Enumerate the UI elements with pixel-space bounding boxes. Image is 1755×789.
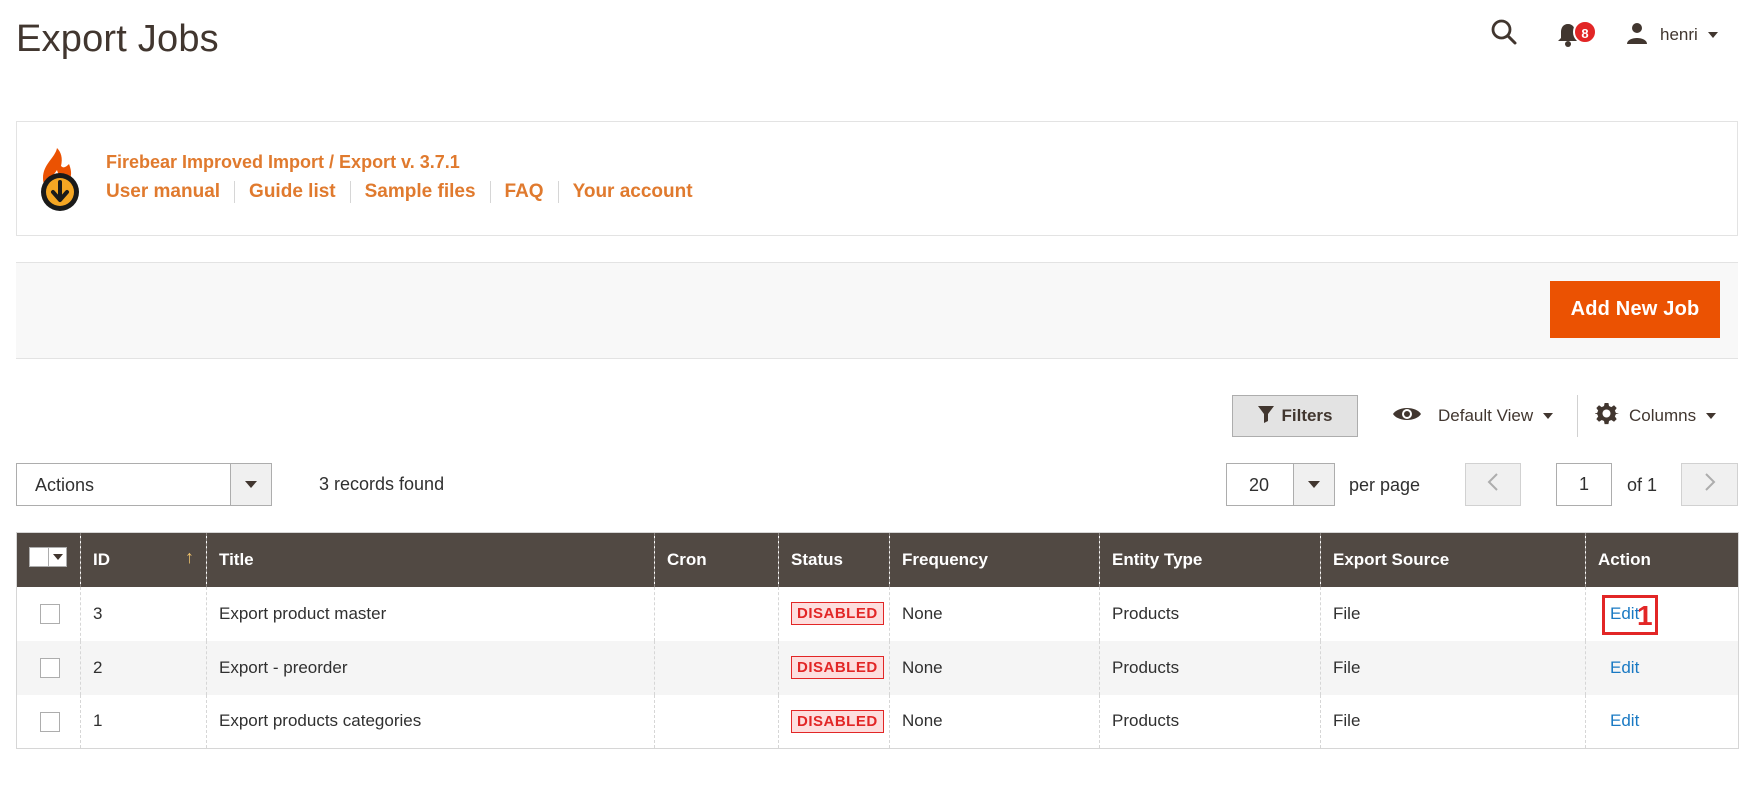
cell-entity-type: Products [1099,586,1321,641]
sample-files-link[interactable]: Sample files [349,181,490,203]
cell-title: Export products categories [206,694,655,749]
grid-header-row: ID ↑ Title Cron Status Frequency Entity T… [16,532,1739,587]
columns-dropdown[interactable]: Columns [1594,395,1717,437]
cell-cron [654,586,779,641]
column-header-id[interactable]: ID ↑ [80,532,207,587]
cell-export-source: File [1320,694,1586,749]
cell-frequency: None [889,694,1100,749]
cell-entity-type: Products [1099,640,1321,695]
cell-action: Edit [1585,586,1739,641]
step-number-annotation: 1 [1637,600,1653,631]
cell-action: Edit [1585,694,1739,749]
status-badge: DISABLED [791,709,884,733]
cell-frequency: None [889,640,1100,695]
cell-status: DISABLED [778,640,890,695]
actions-label: Actions [35,475,95,495]
table-row: 3 Export product master DISABLED None Pr… [16,586,1739,641]
columns-label: Columns [1629,406,1697,425]
previous-page-button[interactable] [1465,463,1521,506]
extension-links: User manual Guide list Sample files FAQ … [106,181,707,203]
row-checkbox-cell [16,640,81,695]
mass-select-checkbox[interactable] [29,547,67,568]
row-checkbox-cell [16,694,81,749]
column-header-cron[interactable]: Cron [654,532,779,587]
cell-action: Edit [1585,640,1739,695]
per-page-label: per page [1349,475,1421,495]
per-page-select[interactable]: 20 [1226,463,1335,506]
user-manual-link[interactable]: User manual [106,181,234,203]
edit-link[interactable]: Edit [1610,604,1639,623]
column-header-frequency[interactable]: Frequency [889,532,1100,587]
cell-export-source: File [1320,640,1586,695]
row-checkbox[interactable] [40,603,60,624]
sort-ascending-icon: ↑ [185,547,194,567]
filters-button[interactable]: Filters [1232,395,1358,437]
chevron-down-icon [1543,413,1554,419]
table-row: 2 Export - preorder DISABLED None Produc… [16,640,1739,695]
chevron-down-icon [230,464,271,505]
default-view-dropdown[interactable]: Default View [1392,395,1554,437]
cell-status: DISABLED [778,586,890,641]
next-page-button[interactable] [1681,463,1738,506]
column-header-entity-type[interactable]: Entity Type [1099,532,1321,587]
edit-link[interactable]: Edit [1610,711,1639,730]
chevron-down-icon [1707,32,1718,38]
cell-frequency: None [889,586,1100,641]
status-badge: DISABLED [791,602,884,625]
user-name: henri [1660,25,1698,44]
cell-title: Export product master [206,586,655,641]
cell-id: 1 [80,694,207,749]
column-header-export-source[interactable]: Export Source [1320,532,1586,587]
current-page-input[interactable] [1556,463,1612,506]
column-header-status[interactable]: Status [778,532,890,587]
chevron-down-icon [1293,464,1334,505]
total-pages: of 1 [1627,475,1658,495]
records-found: 3 records found [319,474,445,494]
mass-actions-select[interactable]: Actions [16,463,272,506]
per-page-value: 20 [1249,475,1270,495]
grid-toolbar-paging: Actions 3 records found 20 per page of 1 [0,463,1755,507]
faq-link[interactable]: FAQ [489,181,558,203]
edit-link[interactable]: Edit [1610,658,1639,677]
row-checkbox[interactable] [40,711,60,732]
chevron-down-icon [1706,413,1717,419]
user-icon [1626,22,1648,49]
cell-export-source: File [1320,586,1586,641]
chevron-right-icon [1704,473,1716,496]
extension-info-panel: Firebear Improved Import / Export v. 3.7… [16,121,1738,236]
guide-list-link[interactable]: Guide list [234,181,350,203]
column-header-action: Action [1585,532,1739,587]
view-label: Default View [1438,406,1534,425]
search-icon[interactable] [1490,18,1520,48]
filter-icon [1257,405,1281,428]
gear-icon [1594,402,1619,431]
cell-id: 2 [80,640,207,695]
eye-icon [1392,405,1422,428]
mass-select-header[interactable] [16,532,81,587]
toolbar-divider [1577,395,1578,437]
user-menu[interactable]: henri [1626,20,1718,50]
cell-cron [654,640,779,695]
cell-id: 3 [80,586,207,641]
page-title: Export Jobs [16,18,219,60]
column-header-title[interactable]: Title [206,532,655,587]
export-jobs-grid: ID ↑ Title Cron Status Frequency Entity T… [16,532,1739,749]
cell-status: DISABLED [778,694,890,749]
cell-cron [654,694,779,749]
notification-count-badge: 8 [1573,20,1597,44]
status-badge: DISABLED [791,656,884,679]
grid-toolbar-top: Filters Default View Columns [0,395,1755,441]
cell-entity-type: Products [1099,694,1321,749]
row-checkbox-cell [16,586,81,641]
extension-title: Firebear Improved Import / Export v. 3.7… [106,152,460,172]
chevron-left-icon [1487,473,1499,496]
page-actions-bar: Add New Job [16,262,1738,359]
filters-label: Filters [1281,406,1333,425]
add-new-job-button[interactable]: Add New Job [1550,281,1720,338]
firebear-logo [35,146,85,212]
table-row: 1 Export products categories DISABLED No… [16,694,1739,749]
cell-title: Export - preorder [206,640,655,695]
your-account-link[interactable]: Your account [557,181,707,203]
row-checkbox[interactable] [40,657,60,678]
